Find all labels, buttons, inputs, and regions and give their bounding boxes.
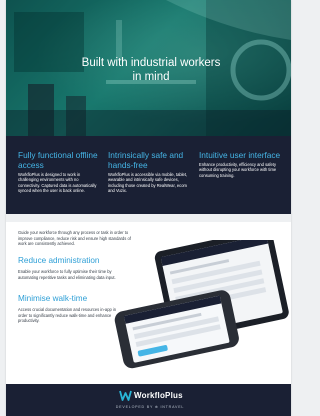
phone-image	[114, 290, 239, 369]
hero-banner: Built with industrial workers in mind	[6, 0, 291, 136]
devices-illustration	[114, 240, 289, 369]
brochure-page: Built with industrial workers in mind Fu…	[6, 0, 291, 416]
workfloplus-logo-icon	[119, 390, 132, 401]
feature-hands-free: Intrinsically safe and hands-free Workfl…	[108, 150, 190, 194]
features-band: Fully functional offline access WorkfloP…	[6, 136, 291, 214]
feature-title: Intuitive user interface	[199, 150, 281, 160]
feature-ui: Intuitive user interface Enhance product…	[199, 150, 281, 178]
logo-text: WorkfloPlus	[134, 391, 183, 400]
feature-body: WorkfloPlus is designed to work in chall…	[18, 172, 97, 194]
feature-title: Intrinsically safe and hands-free	[108, 150, 184, 170]
content-section: Guide your workforce through any process…	[6, 222, 291, 384]
section-body-walk-time: Access crucial documentation and resourc…	[18, 307, 117, 323]
hero-title: Built with industrial workers in mind	[81, 57, 221, 83]
feature-body: Enhance productivity, efficiency and saf…	[199, 162, 277, 178]
developed-by: DEVELOPED BY ⊕ INTRAVEL	[115, 405, 185, 409]
section-divider	[6, 214, 291, 222]
feature-offline: Fully functional offline access WorkfloP…	[18, 150, 100, 194]
section-body-admin: Enable your workforce to fully optimise …	[18, 269, 116, 280]
feature-body: WorkfloPlus is accessible via mobile, ta…	[108, 172, 188, 194]
footer: WorkfloPlus DEVELOPED BY ⊕ INTRAVEL	[6, 384, 291, 416]
feature-title: Fully functional offline access	[18, 150, 98, 170]
